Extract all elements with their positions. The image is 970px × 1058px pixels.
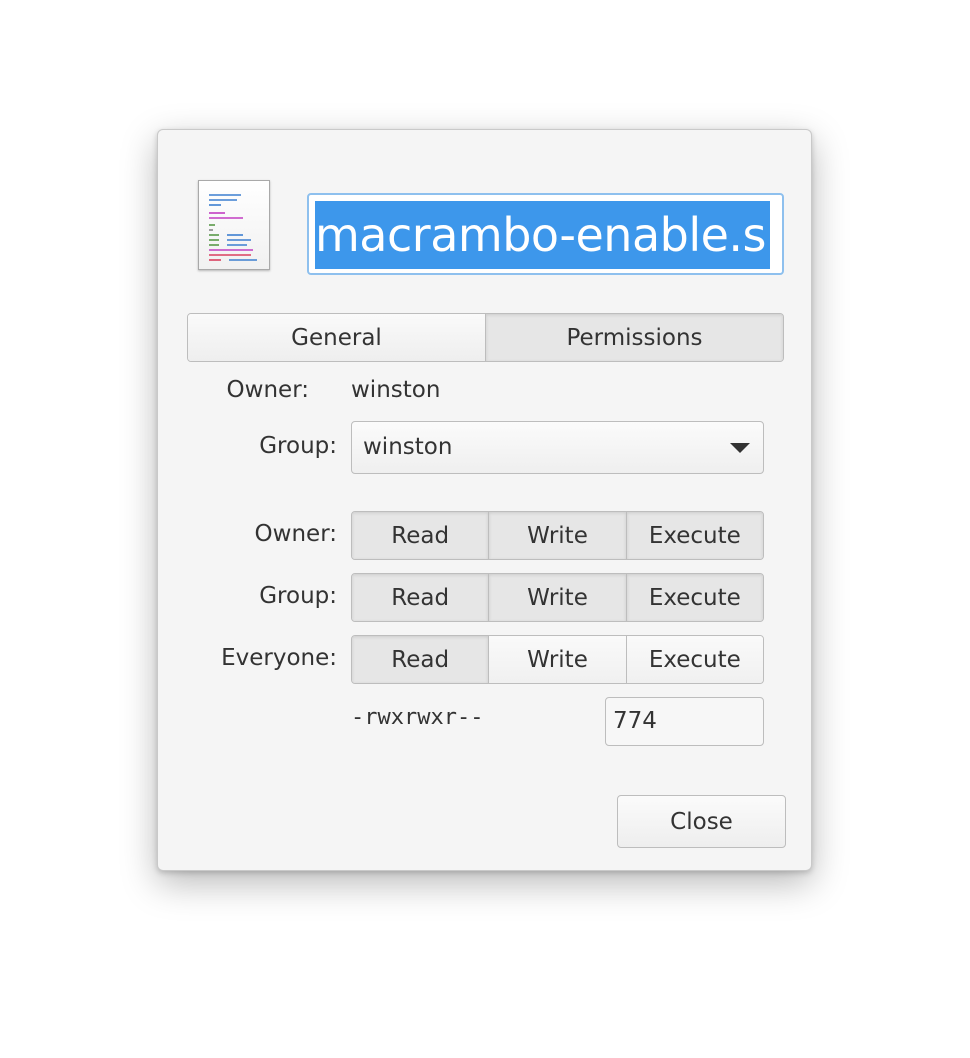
view-switcher: General Permissions: [187, 313, 784, 362]
everyone-execute-toggle[interactable]: Execute: [625, 636, 763, 683]
filename-selection: macrambo-enable.sh: [315, 201, 770, 269]
script-file-icon: [198, 180, 270, 270]
tab-permissions[interactable]: Permissions: [485, 314, 783, 361]
group-permissions: Read Write Execute: [351, 573, 764, 622]
owner-label: Owner:: [226, 377, 309, 403]
owner-permissions: Read Write Execute: [351, 511, 764, 560]
close-button[interactable]: Close: [617, 795, 786, 848]
group-permissions-label: Group:: [259, 583, 337, 609]
group-combobox-value: winston: [363, 434, 453, 460]
filename-entry[interactable]: macrambo-enable.sh: [307, 193, 784, 275]
chevron-down-icon: [730, 443, 750, 453]
owner-write-toggle[interactable]: Write: [488, 512, 626, 559]
everyone-permissions: Read Write Execute: [351, 635, 764, 684]
owner-execute-toggle[interactable]: Execute: [625, 512, 763, 559]
everyone-read-toggle[interactable]: Read: [352, 636, 489, 683]
group-read-toggle[interactable]: Read: [352, 574, 489, 621]
properties-dialog: macrambo-enable.sh General Permissions O…: [157, 129, 812, 871]
owner-permissions-label: Owner:: [254, 521, 337, 547]
group-label: Group:: [259, 433, 337, 459]
tab-general[interactable]: General: [188, 314, 485, 361]
everyone-write-toggle[interactable]: Write: [488, 636, 626, 683]
permission-mode-string: -rwxrwxr--: [351, 705, 484, 730]
group-write-toggle[interactable]: Write: [488, 574, 626, 621]
everyone-permissions-label: Everyone:: [221, 645, 337, 671]
group-execute-toggle[interactable]: Execute: [625, 574, 763, 621]
group-combobox[interactable]: winston: [351, 421, 764, 474]
owner-read-toggle[interactable]: Read: [352, 512, 489, 559]
octal-permissions-entry[interactable]: 774: [605, 697, 764, 746]
owner-value: winston: [351, 377, 441, 403]
